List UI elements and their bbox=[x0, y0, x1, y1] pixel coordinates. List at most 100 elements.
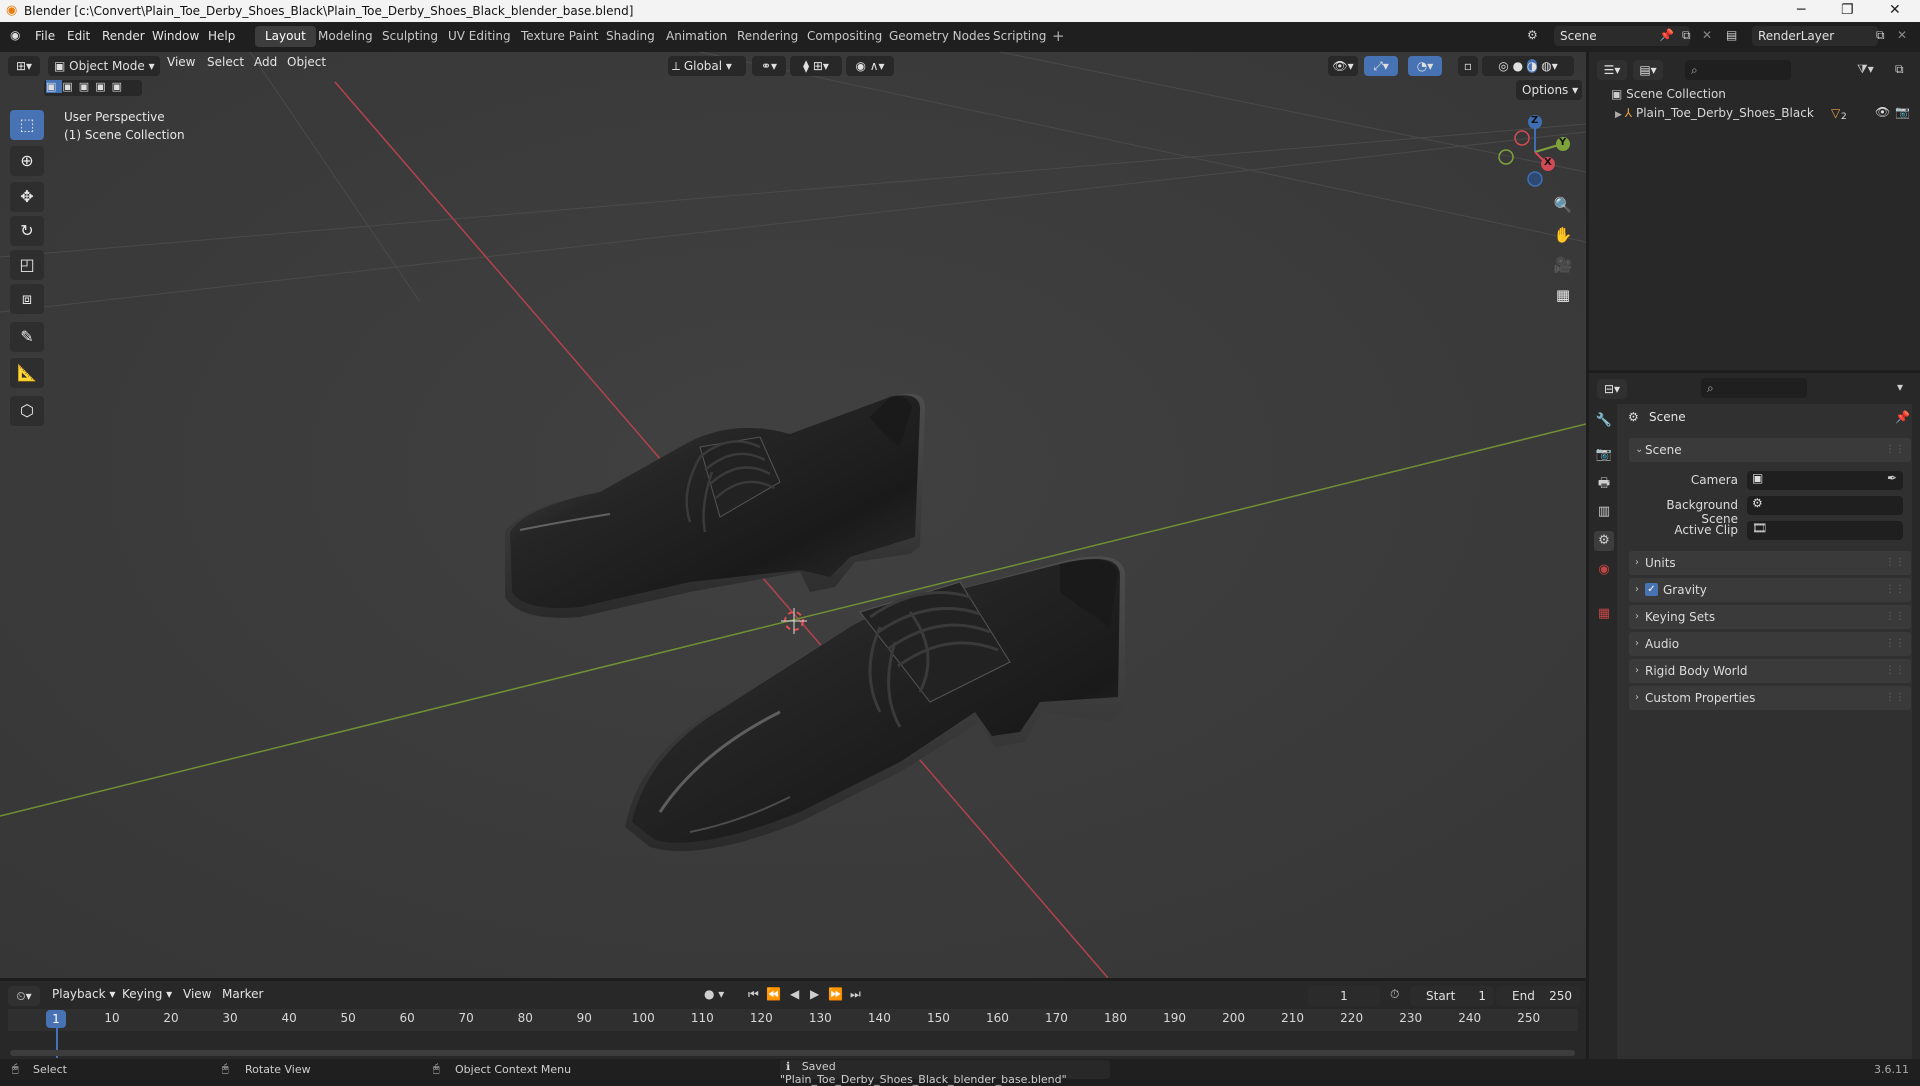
eye-icon[interactable]: 👁 bbox=[1875, 105, 1890, 119]
playhead-marker[interactable]: 1 bbox=[46, 1010, 66, 1028]
menu-view[interactable]: View bbox=[167, 55, 195, 69]
visibility-dropdown[interactable]: 👁▾ bbox=[1328, 56, 1358, 76]
drag-grip-icon[interactable]: ⋮⋮ bbox=[1885, 605, 1905, 629]
minimize-button[interactable]: ─ bbox=[1797, 2, 1805, 18]
new-scene-icon[interactable]: ⧉ bbox=[1682, 28, 1691, 43]
drag-grip-icon[interactable]: ⋮⋮ bbox=[1885, 578, 1905, 602]
renderlayer-selector[interactable]: RenderLayer bbox=[1752, 26, 1878, 46]
background-scene-field[interactable]: ⚙ bbox=[1747, 496, 1903, 515]
add-cube-tool-icon[interactable]: ⬡ bbox=[10, 396, 44, 426]
tab-sculpting[interactable]: Sculpting bbox=[372, 26, 448, 47]
keying-menu[interactable]: Keying ▾ bbox=[122, 987, 172, 1001]
play-icon[interactable]: ▶ bbox=[810, 987, 819, 1001]
pivot-dropdown[interactable]: ⚭▾ bbox=[752, 56, 786, 76]
wireframe-shading-icon[interactable]: ◎ bbox=[1498, 59, 1508, 73]
timeline-editor-type[interactable]: ⏲▾ bbox=[8, 986, 40, 1006]
camera-field[interactable]: ▣ ✒ bbox=[1747, 471, 1903, 490]
gravity-checkbox[interactable]: ✓ bbox=[1645, 583, 1658, 596]
mode-dropdown[interactable]: ▣ Object Mode ▾ bbox=[48, 56, 160, 76]
properties-options-icon[interactable]: ▾ bbox=[1897, 380, 1903, 394]
move-tool-icon[interactable]: ✥ bbox=[10, 182, 44, 212]
panel-scene[interactable]: ⌄ Scene ⋮⋮ bbox=[1629, 438, 1911, 462]
drag-grip-icon[interactable]: ⋮⋮ bbox=[1885, 686, 1905, 710]
panel-custom-properties[interactable]: › Custom Properties ⋮⋮ bbox=[1629, 686, 1911, 710]
menu-file[interactable]: File bbox=[35, 29, 55, 43]
maximize-button[interactable]: ❐ bbox=[1841, 2, 1854, 18]
tab-uv-editing[interactable]: UV Editing bbox=[438, 26, 521, 47]
outliner-row-object[interactable]: ▶ ⅄ Plain_Toe_Derby_Shoes_Black bbox=[1615, 106, 1915, 124]
menu-window[interactable]: Window bbox=[152, 29, 199, 43]
marker-menu[interactable]: Marker bbox=[222, 987, 263, 1001]
snap-toggle[interactable]: ⧫ ⊞▾ bbox=[790, 56, 842, 76]
properties-search-input[interactable]: ⌕ bbox=[1701, 378, 1807, 398]
view-layer-tab-icon[interactable]: ▥ bbox=[1594, 502, 1614, 522]
output-tab-icon[interactable]: 🖶 bbox=[1594, 474, 1614, 494]
properties-pin-icon[interactable]: 📌 bbox=[1895, 410, 1910, 424]
panel-audio[interactable]: › Audio ⋮⋮ bbox=[1629, 632, 1911, 656]
gizmo-toggle[interactable]: ⤢▾ bbox=[1364, 56, 1398, 76]
texture-tab-icon[interactable]: ▦ bbox=[1594, 604, 1614, 624]
outliner-display-mode[interactable]: ▤▾ bbox=[1633, 60, 1663, 80]
pin-icon[interactable]: 📌 bbox=[1659, 28, 1674, 42]
outliner-editor-type[interactable]: ☰▾ bbox=[1597, 60, 1627, 80]
gizmo-neg-z[interactable] bbox=[1527, 171, 1543, 187]
select-mode-buttons[interactable]: ▣▣▣▣▣ bbox=[44, 80, 142, 96]
tab-animation[interactable]: Animation bbox=[656, 26, 737, 47]
tab-compositing[interactable]: Compositing bbox=[797, 26, 892, 47]
start-frame-field[interactable]: Start 1 bbox=[1410, 986, 1494, 1006]
camera-view-icon[interactable]: 🎥 bbox=[1550, 252, 1576, 278]
outliner-search-input[interactable]: ⌕ bbox=[1685, 60, 1791, 80]
ortho-grid-icon[interactable]: ▦ bbox=[1550, 282, 1576, 308]
select-box-tool-icon[interactable]: ⬚ bbox=[10, 110, 44, 140]
playback-menu[interactable]: Playback ▾ bbox=[52, 987, 115, 1001]
current-frame-field[interactable]: 1 bbox=[1308, 986, 1380, 1006]
timeline-view-menu[interactable]: View bbox=[183, 987, 211, 1001]
menu-render[interactable]: Render bbox=[102, 29, 145, 43]
add-workspace-button[interactable]: + bbox=[1052, 27, 1065, 45]
renderlayer-icon[interactable]: ▤ bbox=[1726, 28, 1737, 42]
transform-tool-icon[interactable]: ⧈ bbox=[10, 284, 44, 314]
drag-grip-icon[interactable]: ⋮⋮ bbox=[1885, 551, 1905, 575]
eyedropper-icon[interactable]: ✒ bbox=[1887, 471, 1897, 485]
tab-scripting[interactable]: Scripting bbox=[983, 26, 1056, 47]
proportional-edit-toggle[interactable]: ◉ ∧▾ bbox=[846, 56, 894, 76]
menu-help[interactable]: Help bbox=[208, 29, 235, 43]
3d-viewport[interactable]: Z Y X User Perspective (1) Scene Collect… bbox=[0, 52, 1586, 978]
panel-rigid-body-world[interactable]: › Rigid Body World ⋮⋮ bbox=[1629, 659, 1911, 683]
expand-arrow-icon[interactable]: ▶ bbox=[1615, 110, 1625, 120]
tab-texture-paint[interactable]: Texture Paint bbox=[511, 26, 608, 47]
pan-hand-icon[interactable]: ✋ bbox=[1550, 222, 1576, 248]
preview-range-icon[interactable]: ⏱ bbox=[1390, 987, 1399, 1002]
select-new-icon[interactable]: ▣ bbox=[46, 80, 63, 93]
editor-type-button[interactable]: ⊞▾ bbox=[8, 56, 40, 76]
new-collection-icon[interactable]: ⧉ bbox=[1895, 62, 1904, 77]
panel-keying-sets[interactable]: › Keying Sets ⋮⋮ bbox=[1629, 605, 1911, 629]
properties-editor-type[interactable]: ⊟▾ bbox=[1597, 379, 1627, 399]
delete-renderlayer-icon[interactable]: ✕ bbox=[1897, 28, 1907, 42]
timeline-scrollbar[interactable] bbox=[10, 1050, 1575, 1056]
world-tab-icon[interactable]: ◉ bbox=[1594, 560, 1614, 580]
auto-keying-icon[interactable]: ● ▾ bbox=[704, 987, 724, 1001]
panel-units[interactable]: › Units ⋮⋮ bbox=[1629, 551, 1911, 575]
material-shading-icon[interactable]: ◑ bbox=[1526, 59, 1538, 73]
scale-tool-icon[interactable]: ◰ bbox=[10, 250, 44, 280]
jump-end-icon[interactable]: ⏭ bbox=[850, 987, 861, 1002]
menu-edit[interactable]: Edit bbox=[67, 29, 90, 43]
jump-keyframe-back-icon[interactable]: ⏪ bbox=[766, 987, 781, 1001]
tab-layout[interactable]: Layout bbox=[255, 26, 316, 47]
drag-grip-icon[interactable]: ⋮⋮ bbox=[1885, 632, 1905, 656]
menu-add[interactable]: Add bbox=[254, 55, 277, 69]
overlays-toggle[interactable]: ◔▾ bbox=[1408, 56, 1442, 76]
outliner-row-scene-collection[interactable]: ▣ Scene Collection bbox=[1611, 87, 1911, 105]
render-tab-icon[interactable]: 📷 bbox=[1594, 445, 1614, 465]
drag-grip-icon[interactable]: ⋮⋮ bbox=[1885, 438, 1905, 462]
render-camera-icon[interactable]: 📷 bbox=[1895, 105, 1910, 119]
rotate-tool-icon[interactable]: ↻ bbox=[10, 216, 44, 246]
solid-shading-icon[interactable]: ● bbox=[1513, 59, 1523, 73]
filter-icon[interactable]: ⧩▾ bbox=[1857, 62, 1874, 77]
scene-tab-icon[interactable]: ⚙ bbox=[1594, 531, 1614, 551]
active-clip-field[interactable]: 🎞 bbox=[1747, 521, 1903, 540]
rendered-shading-icon[interactable]: ◍ bbox=[1541, 59, 1551, 73]
xray-toggle[interactable]: ▫ bbox=[1458, 56, 1478, 76]
new-renderlayer-icon[interactable]: ⧉ bbox=[1876, 28, 1885, 43]
